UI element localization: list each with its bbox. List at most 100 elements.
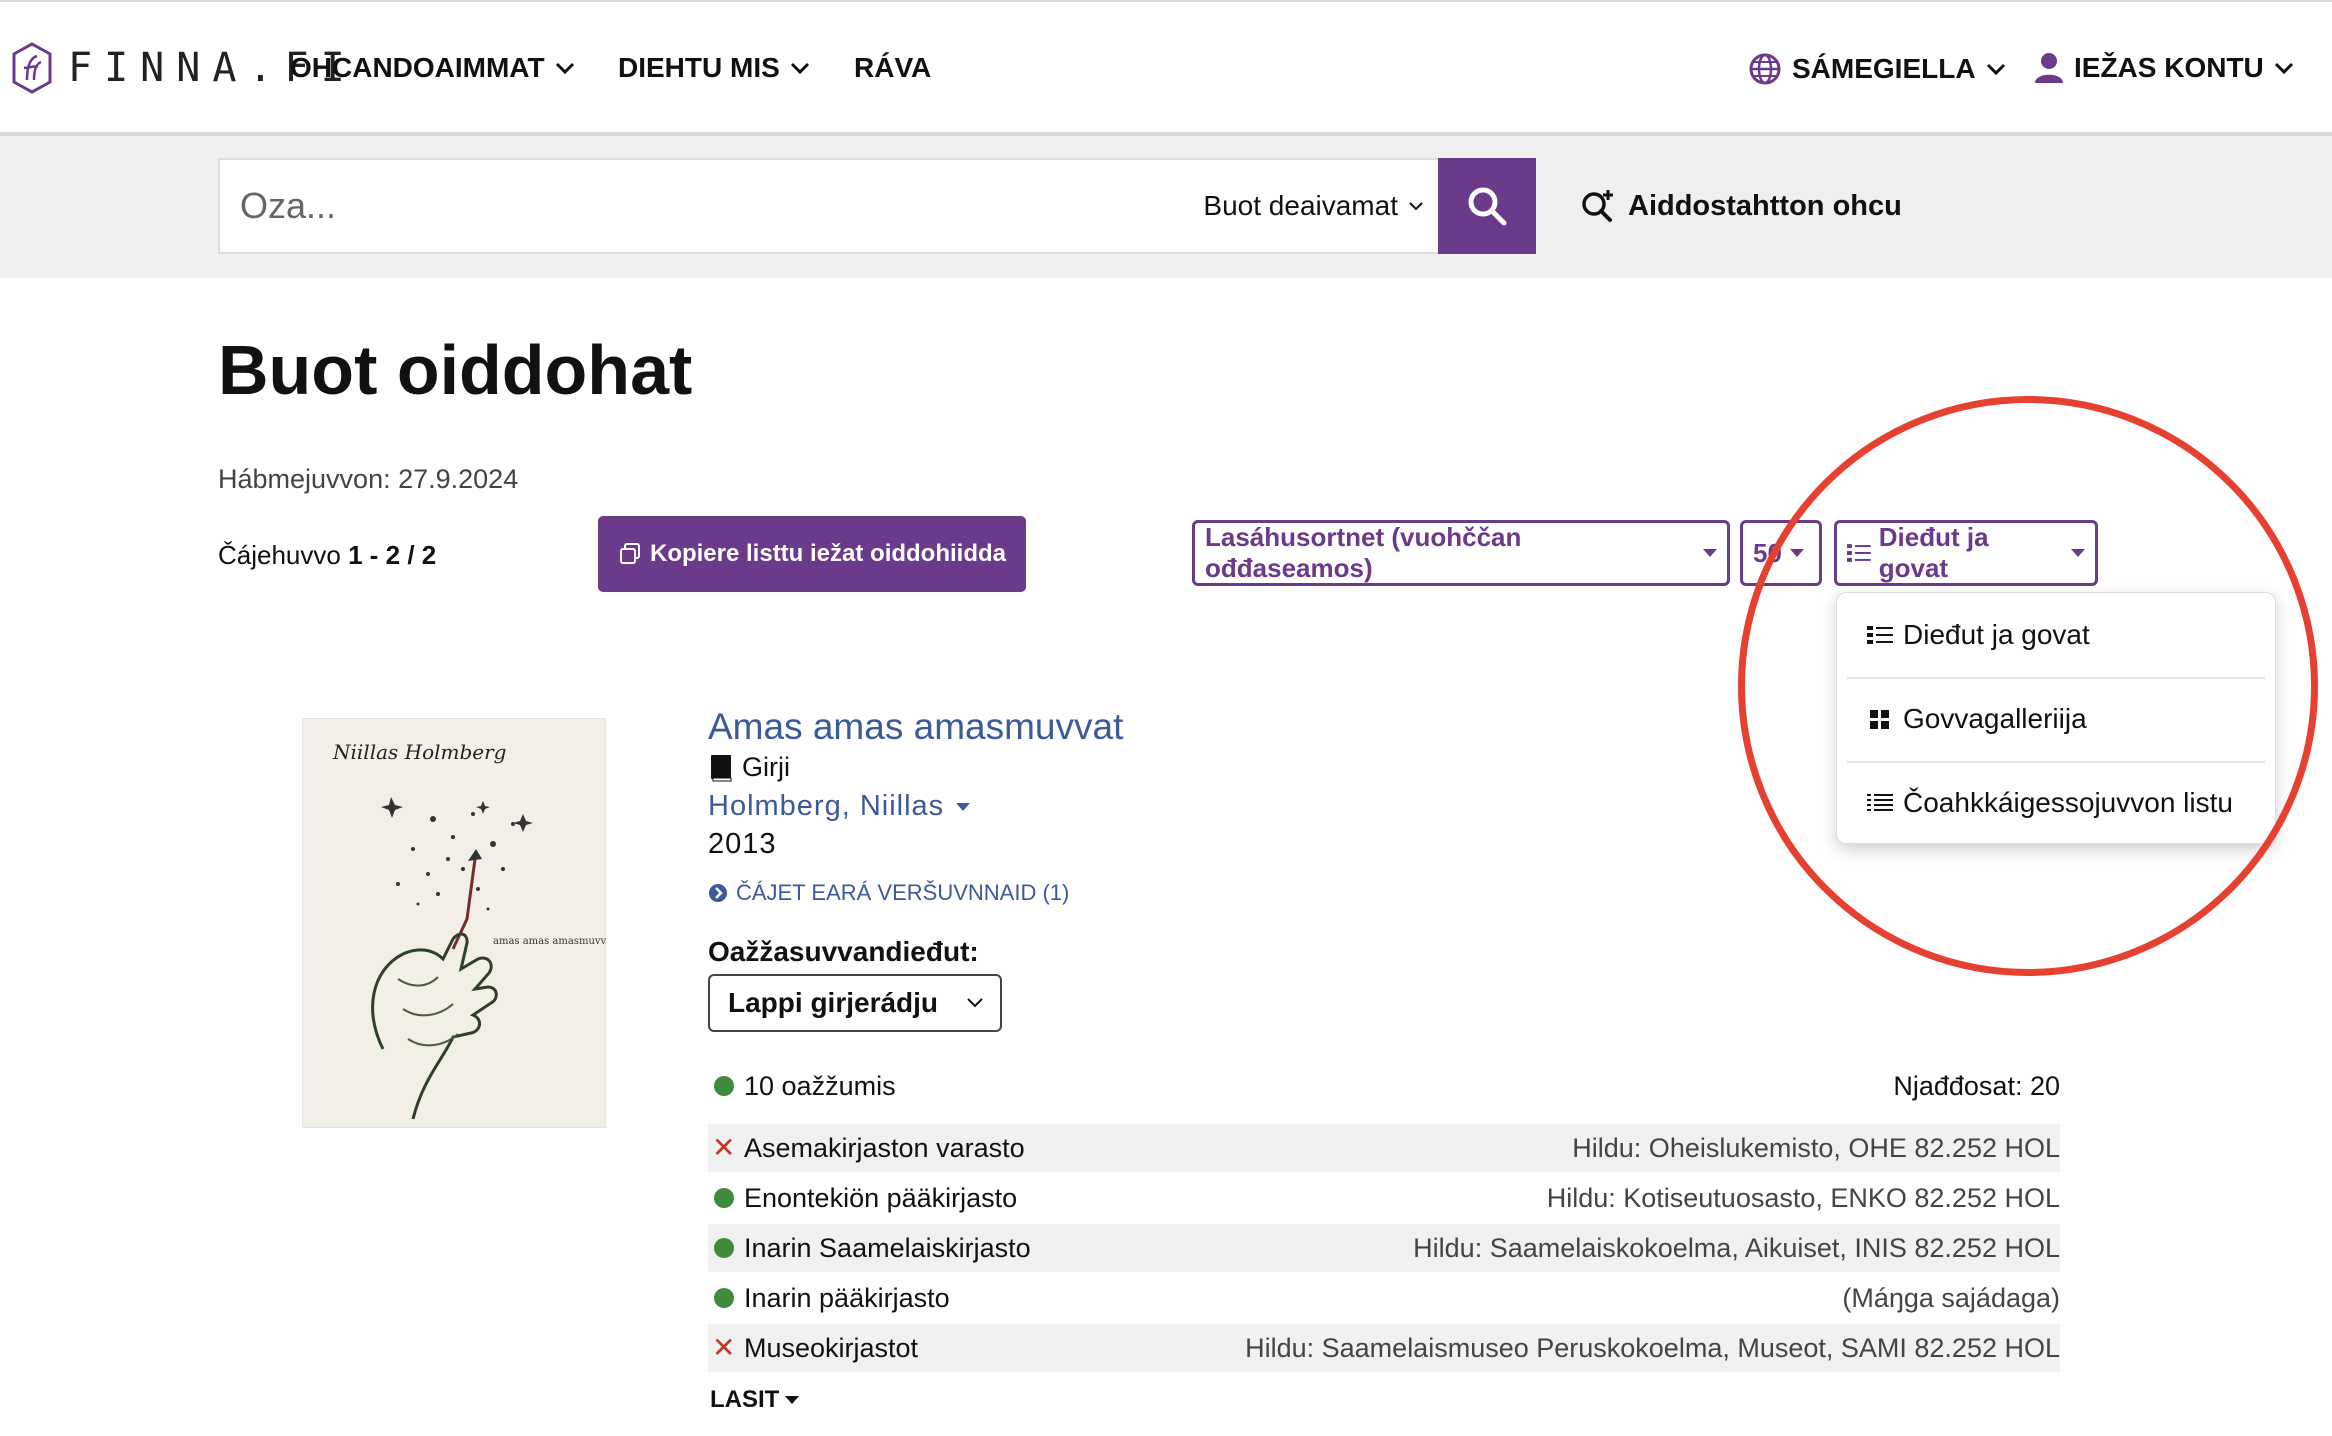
results-total: 2 [421, 540, 437, 570]
list-detail-icon [1867, 626, 1893, 644]
holding-library-name: Asemakirjaston varasto [744, 1132, 1025, 1163]
available-dot-icon [714, 1188, 734, 1208]
record-format-label: Girji [742, 752, 790, 782]
search-box: Buot deaivamat [218, 158, 1536, 254]
view-option-gallery[interactable]: Govvagalleriija [1837, 677, 2275, 761]
chevron-down-icon [790, 62, 809, 75]
per-page-label: 50 [1753, 537, 1782, 568]
chevron-down-icon [2274, 62, 2293, 75]
globe-icon [1749, 53, 1781, 85]
compact-list-icon [1867, 794, 1893, 811]
holding-location: Hildu: Saamelaiskokoelma, Aikuiset, INIS… [1413, 1232, 2060, 1263]
unavailable-x-icon: ✕ [712, 1332, 736, 1363]
holding-row[interactable]: ✕ Asemakirjaston varasto Hildu: Oheisluk… [708, 1124, 2060, 1172]
language-menu[interactable]: SÁMEGIELLA [1748, 52, 2006, 86]
chevron-down-icon [555, 62, 574, 75]
chevron-down-icon [1986, 63, 2005, 76]
grid-icon [1870, 710, 1889, 729]
organisation-select[interactable]: Lappi girjerádju [708, 974, 1002, 1032]
show-other-versions-link[interactable]: ČÁJET EARÁ VERŠUVNNAID (1) [708, 880, 1069, 906]
results-prefix: Čájehuvvo [218, 540, 349, 570]
holding-location: Hildu: Oheislukemisto, OHE 82.252 HOL [1572, 1132, 2060, 1163]
record-author-link[interactable]: Holmberg, Niillas [708, 790, 971, 823]
advanced-search-link[interactable]: Aiddostahtton ohcu [1580, 188, 1902, 224]
nav-label: DIEHTU MIS [618, 52, 780, 83]
copy-icon [619, 543, 640, 564]
available-dot-icon [714, 1238, 734, 1258]
advanced-search-label: Aiddostahtton ohcu [1628, 189, 1902, 222]
organisation-label: Lappi girjerádju [728, 987, 939, 1018]
availability-heading: Oažžasuvvandieđut: [708, 936, 979, 967]
account-menu[interactable]: IEŽAS KONTU [2034, 52, 2294, 84]
view-mode-menu: Dieđut ja govat Govvagalleriija Čoahkkái… [1836, 592, 2276, 844]
view-option-label: Dieđut ja govat [1903, 619, 2090, 650]
holding-location: Hildu: Kotiseutuosasto, ENKO 82.252 HOL [1546, 1182, 2060, 1213]
holding-library: ✕ Asemakirjaston varasto [708, 1133, 1025, 1164]
record-title-link[interactable]: Amas amas amasmuvvat [708, 706, 1123, 748]
holding-library: Enontekiön pääkirjasto [708, 1183, 1017, 1214]
chevron-down-icon [1409, 202, 1423, 211]
show-more-holdings-button[interactable]: LASIT [710, 1386, 800, 1414]
caret-down-icon [1789, 549, 1804, 557]
holding-location: (Máŋga sajádaga) [1842, 1282, 2060, 1313]
holding-row[interactable]: Inarin pääkirjasto (Máŋga sajádaga) [708, 1274, 2060, 1322]
holding-library-name: Inarin pääkirjasto [744, 1282, 950, 1313]
view-option-label: Govvagalleriija [1903, 703, 2087, 734]
reservations-count: Njađđosat: 20 [1893, 1070, 2060, 1101]
view-option-details[interactable]: Dieđut ja govat [1837, 593, 2275, 677]
results-count: Čájehuvvo 1 - 2 / 2 [218, 540, 436, 571]
book-cover-illustration: Niillas Holmberg amas amas amasmuvvat [332, 740, 607, 1120]
view-option-label: Čoahkkáigessojuvvon listu [1903, 787, 2233, 818]
updated-date: Hábmejuvvon: 27.9.2024 [218, 464, 519, 494]
search-input[interactable] [240, 160, 1140, 252]
available-dot-icon [714, 1076, 734, 1096]
holding-library: Inarin pääkirjasto [708, 1283, 950, 1314]
sort-select[interactable]: Lasáhusortnet (vuohččan ođđaseamos) [1192, 520, 1730, 586]
results-separator: / [400, 540, 422, 570]
search-scope-label: Buot deaivamat [1203, 190, 1398, 221]
record-format: Girji [710, 752, 790, 783]
results-range: 1 - 2 [348, 540, 401, 570]
holding-location: Hildu: Saamelaismuseo Peruskokoelma, Mus… [1245, 1332, 2060, 1363]
caret-down-icon [1703, 549, 1717, 557]
book-cover-image[interactable]: Niillas Holmberg amas amas amasmuvvat [302, 718, 607, 1128]
holding-row[interactable]: Inarin Saamelaiskirjasto Hildu: Saamelai… [708, 1224, 2060, 1272]
view-option-compact[interactable]: Čoahkkáigessojuvvon listu [1837, 761, 2275, 845]
nav-label: OHCANDOAIMMAT [290, 52, 545, 83]
holding-library-name: Inarin Saamelaiskirjasto [744, 1232, 1031, 1263]
view-mode-select[interactable]: Dieđut ja govat [1834, 520, 2098, 586]
copy-list-label: Kopiere listtu iežat oiddohiidda [649, 540, 1006, 567]
available-dot-icon [714, 1288, 734, 1308]
view-mode-label: Dieđut ja govat [1878, 522, 1989, 583]
user-icon [2035, 53, 2063, 83]
finna-logo-icon [12, 42, 52, 94]
top-navigation-bar: FINNA.FI OHCANDOAIMMAT DIEHTU MIS RÁVA S… [0, 0, 2332, 136]
account-label: IEŽAS KONTU [2074, 52, 2264, 83]
record-author-label: Holmberg, Niillas [708, 790, 945, 822]
caret-down-icon [785, 1396, 800, 1404]
holding-row[interactable]: Enontekiön pääkirjasto Hildu: Kotiseutuo… [708, 1174, 2060, 1222]
record-year: 2013 [708, 828, 777, 860]
nav-diehtu-mis[interactable]: DIEHTU MIS [618, 52, 810, 84]
availability-summary: 10 oažžumis Njađđosat: 20 [708, 1066, 2060, 1106]
copy-list-button[interactable]: Kopiere listtu iežat oiddohiidda [598, 516, 1026, 592]
search-scope-select[interactable]: Buot deaivamat [1203, 160, 1424, 252]
cover-title-text: amas amas amasmuvvat [493, 936, 607, 947]
nav-ohcandoaimmat[interactable]: OHCANDOAIMMAT [290, 52, 575, 84]
chevron-down-icon [967, 998, 983, 1008]
sort-label: Lasáhusortnet (vuohččan ođđaseamos) [1205, 522, 1522, 583]
holding-row[interactable]: ✕ Museokirjastot Hildu: Saamelaismuseo P… [708, 1324, 2060, 1372]
cover-author-text: Niillas Holmberg [332, 740, 506, 764]
nav-rava[interactable]: RÁVA [854, 52, 931, 84]
nav-label: RÁVA [854, 52, 932, 83]
language-label: SÁMEGIELLA [1792, 53, 1976, 84]
show-more-label: LASIT [710, 1386, 780, 1413]
page-title: Buot oiddohat [218, 331, 693, 409]
search-button[interactable] [1438, 158, 1536, 254]
advanced-search-icon [1582, 190, 1613, 222]
list-detail-icon [1847, 544, 1871, 562]
chevron-circle-right-icon [709, 884, 727, 902]
per-page-select[interactable]: 50 [1740, 520, 1822, 586]
holding-library: ✕ Museokirjastot [708, 1333, 918, 1364]
search-icon [1468, 187, 1507, 226]
